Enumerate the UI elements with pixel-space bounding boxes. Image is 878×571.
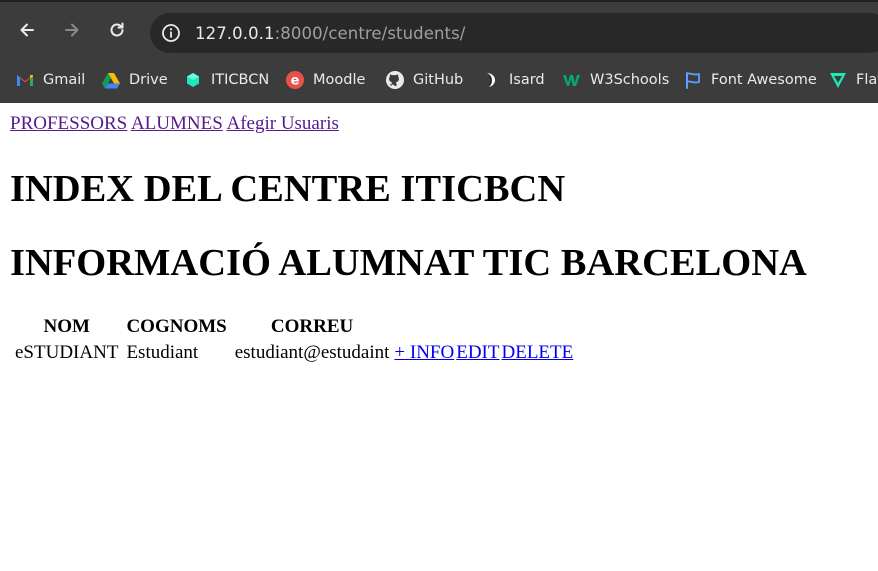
cell-correu: estudiant@estudaint bbox=[234, 342, 390, 363]
url-path: :8000/centre/students/ bbox=[274, 23, 466, 43]
table-header-row: NOM COGNOMS CORREU bbox=[12, 315, 573, 339]
bookmark-label: Moodle bbox=[313, 72, 366, 88]
flat-icon bbox=[828, 70, 848, 90]
reload-icon bbox=[110, 22, 124, 37]
back-button[interactable] bbox=[13, 16, 41, 44]
font-awesome-icon bbox=[683, 70, 703, 90]
bookmark-isard[interactable]: Isard bbox=[481, 66, 545, 94]
site-info-icon[interactable] bbox=[160, 22, 182, 44]
nav-afegir-usuaris-link[interactable]: Afegir Usuaris bbox=[226, 113, 338, 134]
browser-chrome: 127.0.0.1:8000/centre/students/ Gmail Dr… bbox=[0, 0, 878, 103]
bookmark-label: Font Awesome bbox=[711, 72, 817, 88]
forward-button[interactable] bbox=[58, 16, 86, 44]
nav-professors-link[interactable]: PROFESSORS bbox=[10, 113, 127, 134]
top-nav: PROFESSORS ALUMNES Afegir Usuaris bbox=[10, 113, 339, 135]
bookmark-label: Gmail bbox=[43, 72, 86, 88]
back-arrow-icon bbox=[20, 23, 34, 37]
browser-toolbar: 127.0.0.1:8000/centre/students/ bbox=[0, 0, 878, 58]
url-text[interactable]: 127.0.0.1:8000/centre/students/ bbox=[195, 24, 465, 43]
column-header-actions bbox=[394, 315, 454, 339]
nav-alumnes-link[interactable]: ALUMNES bbox=[131, 113, 223, 134]
bookmark-label: GitHub bbox=[413, 72, 464, 88]
cell-nom: eSTUDIANT bbox=[15, 342, 119, 363]
table-row: eSTUDIANT Estudiant estudiant@estudaint … bbox=[12, 341, 573, 365]
bookmark-label: Isard bbox=[509, 72, 545, 88]
bookmark-label: W3Schools bbox=[590, 72, 670, 88]
bookmark-label: Flat bbox=[856, 72, 878, 88]
bookmark-github[interactable]: GitHub bbox=[385, 66, 463, 94]
forward-arrow-icon bbox=[65, 23, 79, 37]
drive-icon bbox=[101, 70, 121, 90]
bookmark-label: ITICBCN bbox=[211, 72, 270, 88]
bookmark-iticbcn[interactable]: ITICBCN bbox=[183, 66, 269, 94]
bookmarks-bar: Gmail Drive ITICBCN e Moodle GitHub Isar… bbox=[0, 58, 878, 103]
info-link[interactable]: + INFO bbox=[394, 342, 454, 363]
column-header-correu: CORREU bbox=[270, 316, 354, 337]
column-header-actions bbox=[456, 315, 499, 339]
bookmark-moodle[interactable]: e Moodle bbox=[285, 66, 365, 94]
address-bar[interactable]: 127.0.0.1:8000/centre/students/ bbox=[150, 13, 878, 53]
page-title: INDEX DEL CENTRE ITICBCN bbox=[10, 168, 566, 210]
svg-text:e: e bbox=[291, 74, 300, 89]
students-table: NOM COGNOMS CORREU eSTUDIANT Estudiant e… bbox=[10, 313, 575, 367]
cell-cognoms: Estudiant bbox=[126, 342, 199, 363]
edit-link[interactable]: EDIT bbox=[456, 342, 499, 363]
gmail-icon bbox=[15, 70, 35, 90]
moodle-icon: e bbox=[285, 70, 305, 90]
column-header-nom: NOM bbox=[43, 316, 90, 337]
bookmark-w3schools[interactable]: W3Schools bbox=[562, 66, 669, 94]
column-header-cognoms: COGNOMS bbox=[126, 316, 227, 337]
url-host: 127.0.0.1 bbox=[195, 23, 275, 43]
bookmark-font-awesome[interactable]: Font Awesome bbox=[683, 66, 817, 94]
w3schools-icon bbox=[562, 70, 582, 90]
section-title: INFORMACIÓ ALUMNAT TIC BARCELONA bbox=[10, 242, 807, 284]
column-header-actions bbox=[502, 315, 574, 339]
isard-icon bbox=[481, 70, 501, 90]
github-icon bbox=[385, 70, 405, 90]
bookmark-flat[interactable]: Flat bbox=[828, 66, 878, 94]
bookmark-label: Drive bbox=[129, 72, 168, 88]
reload-button[interactable] bbox=[103, 16, 131, 44]
delete-link[interactable]: DELETE bbox=[502, 342, 574, 363]
bookmark-gmail[interactable]: Gmail bbox=[15, 66, 85, 94]
iticbcn-icon bbox=[183, 70, 203, 90]
bookmark-drive[interactable]: Drive bbox=[101, 66, 168, 94]
